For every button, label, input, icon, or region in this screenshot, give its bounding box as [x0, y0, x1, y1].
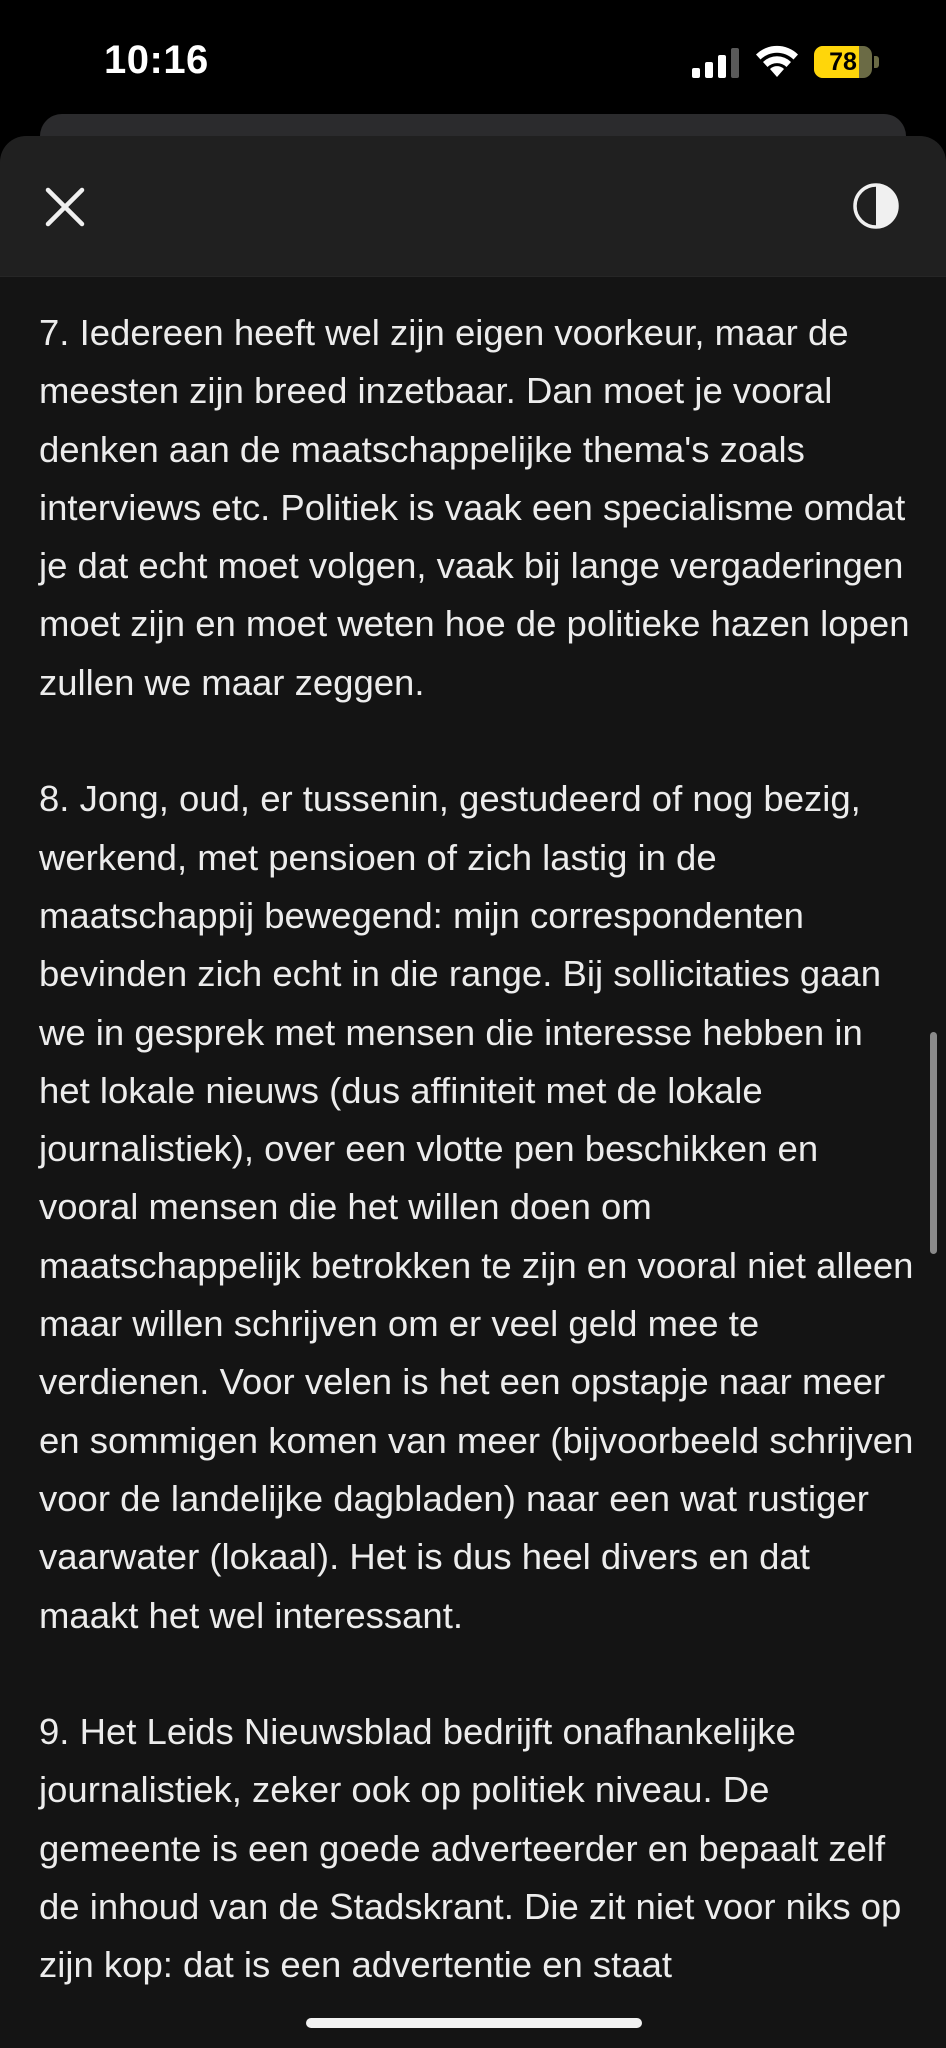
- cellular-signal-icon: [692, 48, 739, 78]
- article-paragraph: 8. Jong, oud, er tussenin, gestudeerd of…: [39, 778, 914, 1636]
- wifi-icon: [756, 45, 798, 77]
- article-paragraph: 7. Iedereen heeft wel zijn eigen voorkeu…: [39, 312, 910, 703]
- close-icon[interactable]: [40, 182, 90, 232]
- status-bar: 10:16 78: [0, 0, 946, 120]
- screen: 10:16 78 7. Iedereen heeft wel zijn eige…: [0, 0, 946, 2048]
- status-time: 10:16: [104, 38, 209, 82]
- reader-toolbar: [0, 136, 946, 277]
- battery-level: 78: [829, 48, 857, 76]
- home-indicator[interactable]: [306, 2018, 642, 2028]
- reader-view: 7. Iedereen heeft wel zijn eigen voorkeu…: [0, 136, 946, 2048]
- contrast-icon[interactable]: [852, 182, 900, 230]
- article-content: 7. Iedereen heeft wel zijn eigen voorkeu…: [39, 304, 919, 2048]
- battery-cap: [874, 56, 879, 68]
- battery-body: 78: [814, 46, 872, 78]
- battery-icon: 78: [814, 46, 880, 78]
- scrollbar[interactable]: [930, 1032, 937, 1254]
- article-paragraph: 9. Het Leids Nieuwsblad bedrijft onafhan…: [39, 1711, 902, 1986]
